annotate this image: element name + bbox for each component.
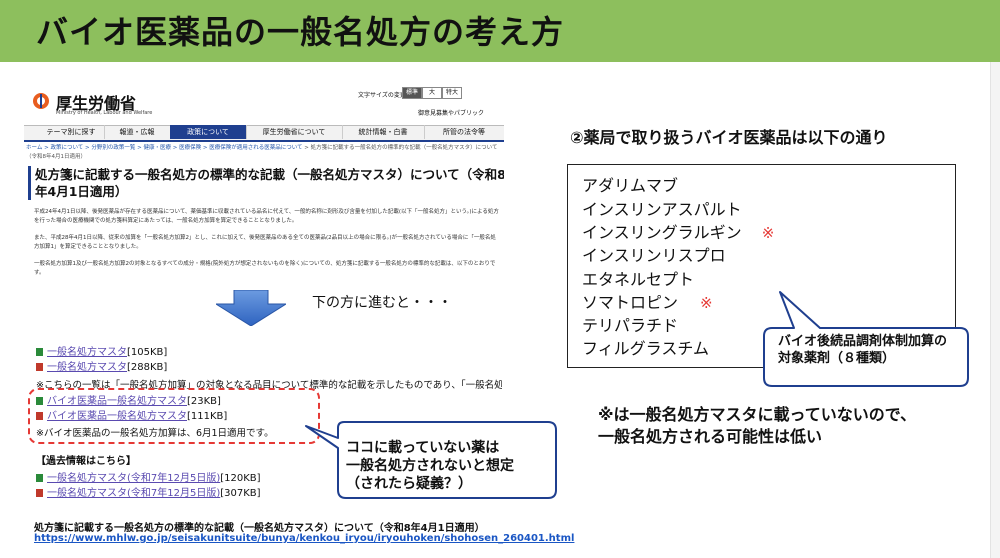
drug-item: アダリムマブ [582,176,679,195]
nav-theme[interactable]: テーマ別に探す [38,125,105,139]
drug-item: ソマトロピン ※ [582,293,713,312]
nav-statistics[interactable]: 統計情報・白書 [342,125,425,139]
callout-left-line: （されたら疑義？） [346,476,472,492]
nav-press[interactable]: 報道・広報 [104,125,171,139]
file-size: [288KB] [127,362,168,373]
font-size-large-button[interactable]: 大 [422,87,442,99]
mhlw-page-heading: 処方箋に記載する一般名処方の標準的な記載（一般名処方マスタ）について（令和8年4… [28,166,504,200]
callout-left-text: ココに載っていない薬は 一般名処方されないと想定 （されたら疑義？） [346,439,514,493]
highlight-dashed-box [28,388,320,444]
mhlw-paragraph-3: 一般名処方加算1及び一般名処方加算2の対象となるすべての成分・規格(院外処方が想… [34,261,496,276]
scrollbar[interactable] [990,62,1000,558]
public-comment-link[interactable]: 御意見募集やパブリック [418,108,484,117]
mhlw-site-name-en: Ministry of Health, Labour and Welfare [56,110,153,116]
mhlw-logo-icon [33,93,49,109]
pharmacy-heading: ②薬局で取り扱うバイオ医薬品は以下の通り [570,128,888,147]
drug-item: インスリンアスパルト [582,200,742,219]
not-listed-mark: ※ [761,224,775,242]
mhlw-paragraph-2: また、平成28年4月1日以降、従来の加算を「一般名処方加算2」とし、これに加えて… [34,235,496,250]
file-size: [120KB] [220,473,261,484]
drug-item: インスリングラルギン ※ [582,223,775,242]
mhlw-paragraph-1: 平成24年4月1日以降、後発医薬品が存在する医薬品について、薬価基準に収載されて… [34,209,499,224]
callout-right-line: 対象薬剤（８種類） [778,351,896,366]
conclusion-text: ※は一般名処方マスタに載っていないので、 一般名処方される可能性は低い [598,404,916,448]
slide-title: バイオ医薬品の一般名処方の考え方 [36,13,565,51]
drug-item: インスリンリスプロ [582,246,726,265]
callout-left-line: ココに載っていない薬は [346,440,500,456]
breadcrumb-links[interactable]: ホーム > 政策について > 分野別の政策一覧 > 健康・医療 > 医療保険 >… [26,145,303,151]
excel-file-icon [36,348,43,356]
past-file-row[interactable]: 一般名処方マスタ(令和7年12月5日版)[120KB] [36,472,261,485]
callout-right-line: バイオ後続品調剤体制加算の [778,334,948,349]
nav-about[interactable]: 厚生労働省について [246,125,343,139]
file-row[interactable]: 一般名処方マスタ[288KB] [36,361,167,374]
pdf-file-icon [36,363,43,371]
callout-right-text: バイオ後続品調剤体制加算の 対象薬剤（８種類） [778,333,947,367]
file-size: [307KB] [220,488,261,499]
conclusion-line: 一般名処方される可能性は低い [598,427,823,446]
font-size-label: 文字サイズの変更 [358,92,406,99]
callout-left-line: 一般名処方されないと想定 [346,458,514,474]
conclusion-line: ※は一般名処方マスタに載っていないので、 [598,405,917,424]
not-listed-mark: ※ [700,294,713,312]
file-link[interactable]: 一般名処方マスタ [47,347,127,358]
font-size-standard-button[interactable]: 標準 [402,87,422,99]
drug-item: エタネルセプト [582,270,695,289]
past-file-link[interactable]: 一般名処方マスタ(令和7年12月5日版) [47,473,220,484]
pdf-file-icon [36,489,43,497]
past-info-heading: 【過去情報はこちら】 [36,456,136,467]
past-file-row[interactable]: 一般名処方マスタ(令和7年12月5日版)[307KB] [36,487,261,500]
drug-item: フィルグラスチム [582,339,710,358]
mhlw-webpage-screenshot: 厚生労働省 Ministry of Health, Labour and Wel… [24,84,504,276]
nav-laws[interactable]: 所管の法令等 [424,125,504,139]
file-link[interactable]: 一般名処方マスタ [47,362,127,373]
breadcrumb: ホーム > 政策について > 分野別の政策一覧 > 健康・医療 > 医療保険 >… [26,144,502,162]
nav-policy[interactable]: 政策について [170,125,247,139]
excel-file-icon [36,474,43,482]
file-size: [105KB] [127,347,168,358]
font-size-xlarge-button[interactable]: 特大 [442,87,462,99]
source-title: 処方箋に記載する一般名処方の標準的な記載（一般名処方マスタ）について（令和8年4… [34,523,485,534]
drug-item: テリパラチド [582,316,679,335]
file-row[interactable]: 一般名処方マスタ[105KB] [36,346,167,359]
source-url-link[interactable]: https://www.mhlw.go.jp/seisakunitsuite/b… [34,533,574,544]
scroll-down-note: 下の方に進むと・・・ [312,295,452,311]
down-arrow-icon [216,290,286,326]
past-file-link[interactable]: 一般名処方マスタ(令和7年12月5日版) [47,488,220,499]
